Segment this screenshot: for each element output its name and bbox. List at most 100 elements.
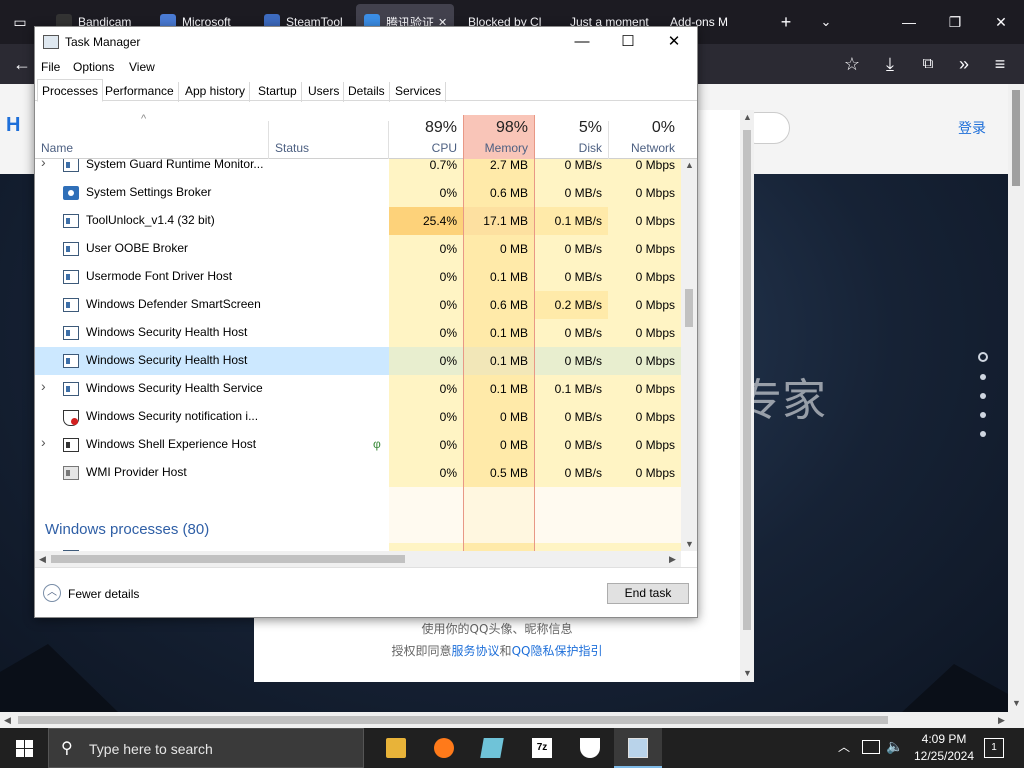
file-explorer-app[interactable] (372, 728, 420, 768)
tab-users[interactable]: Users (304, 82, 345, 102)
title-bar[interactable]: Task Manager — ☐ ✕ (35, 27, 697, 57)
tab-overflow-chevron-icon[interactable]: ⌄ (812, 8, 840, 36)
service-agreement-link[interactable]: 服务协议 (452, 644, 500, 658)
tab-performance[interactable]: Performance (101, 82, 179, 102)
tab-details[interactable]: Details (344, 82, 390, 102)
column-network[interactable]: 0% Network (608, 115, 681, 159)
tab-services[interactable]: Services (391, 82, 447, 102)
login-link[interactable]: 登录 (958, 118, 986, 138)
process-row[interactable]: User OOBE Broker 0% 0 MB 0 MB/s 0 Mbps (35, 235, 681, 263)
minimize-button[interactable]: — (559, 27, 605, 57)
process-name-cell[interactable]: WMI Provider Host (35, 459, 389, 487)
process-row[interactable]: › Windows Shell Experience Host φ 0% 0 MB 0 M… (35, 431, 681, 459)
page-vertical-scrollbar[interactable]: ▼ (1008, 84, 1024, 712)
tab-list-icon[interactable]: ▭ (8, 10, 32, 34)
process-name-cell[interactable]: ToolUnlock_v1.4 (32 bit) (35, 207, 389, 235)
chevron-up-icon[interactable]: ︿ (43, 584, 61, 602)
page-hscroll-thumb[interactable] (18, 716, 888, 724)
process-row[interactable]: ToolUnlock_v1.4 (32 bit) 25.4% 17.1 MB 0.1 … (35, 207, 681, 235)
7zip-app[interactable]: 7z (518, 728, 566, 768)
clock-date[interactable]: 12/25/2024 (912, 749, 976, 763)
download-icon[interactable]: ⤓ (876, 50, 904, 78)
back-icon[interactable]: ← (8, 50, 36, 78)
process-list-vthumb[interactable] (685, 289, 693, 327)
qq-dialog-scroll-thumb[interactable] (743, 130, 751, 630)
hamburger-menu-icon[interactable]: ≡ (986, 50, 1014, 78)
process-name-cell[interactable]: User OOBE Broker (35, 235, 389, 263)
carousel-dot-active[interactable] (978, 352, 988, 362)
tab-app-history[interactable]: App history (181, 82, 251, 102)
maximize-button[interactable]: ☐ (605, 27, 651, 57)
column-name[interactable]: Name (41, 141, 73, 155)
process-name-cell[interactable]: Windows Security notification i... (35, 403, 389, 431)
column-memory[interactable]: 98% Memory (463, 115, 535, 159)
tab-startup[interactable]: Startup (254, 82, 302, 102)
process-row[interactable]: WMI Provider Host 0% 0.5 MB 0 MB/s 0 Mbps (35, 459, 681, 487)
menu-view[interactable]: View (129, 60, 155, 74)
process-row[interactable]: › System Guard Runtime Monitor... 0.7% 2.7 … (35, 159, 681, 179)
expand-chevron-icon[interactable]: › (41, 434, 46, 450)
browser-close-button[interactable]: ✕ (978, 6, 1024, 38)
expand-chevron-icon[interactable]: › (41, 159, 46, 170)
page-vscroll-thumb[interactable] (1012, 90, 1020, 186)
overflow-menu-icon[interactable]: » (950, 50, 978, 78)
process-name-cell[interactable]: › System Guard Runtime Monitor... (35, 159, 389, 179)
group-header[interactable]: Windows processes (80) (35, 515, 681, 543)
qq-dialog-scrollbar[interactable]: ▲ ▼ (740, 110, 754, 682)
tab-processes[interactable]: Processes (37, 79, 104, 102)
carousel-dot[interactable] (980, 374, 986, 380)
fewer-details-button[interactable]: Fewer details (68, 587, 139, 601)
process-name-cell[interactable]: Windows Defender SmartScreen (35, 291, 389, 319)
close-button[interactable]: ✕ (651, 27, 697, 57)
task-manager-app[interactable] (614, 728, 662, 768)
notepad-app[interactable] (468, 728, 516, 768)
tray-chevron-up-icon[interactable]: ︿ (838, 738, 850, 755)
process-row[interactable]: Usermode Font Driver Host 0% 0.1 MB 0 MB/s 0… (35, 263, 681, 291)
process-name-cell[interactable]: › Windows Security Health Service (35, 375, 389, 403)
menu-options[interactable]: Options (73, 60, 114, 74)
process-row[interactable]: Client Server Runtime Process0.7%0.2 MB0… (35, 543, 681, 551)
volume-muted-icon[interactable]: 🔈 (886, 738, 903, 755)
end-task-button[interactable]: End task (607, 583, 689, 604)
menu-file[interactable]: File (41, 60, 60, 74)
column-disk[interactable]: 5% Disk (535, 115, 608, 159)
taskbar-search-box[interactable]: ⚲ Type here to search (48, 728, 364, 768)
process-row[interactable]: Windows Defender SmartScreen 0% 0.6 MB 0.2 … (35, 291, 681, 319)
process-list-hscrollbar[interactable]: ◀ ▶ (35, 551, 681, 567)
process-list-hthumb[interactable] (51, 555, 405, 563)
browser-minimize-button[interactable]: — (886, 6, 932, 38)
carousel-dot[interactable] (980, 431, 986, 437)
process-name-cell[interactable]: Windows Security Health Host (35, 347, 389, 375)
clock-time[interactable]: 4:09 PM (912, 732, 976, 746)
page-horizontal-scrollbar[interactable]: ◀ ▶ (0, 712, 1024, 728)
process-row[interactable]: Windows Security notification i... 0% 0 MB… (35, 403, 681, 431)
new-tab-button[interactable]: + (772, 8, 800, 36)
network-icon[interactable] (862, 740, 880, 754)
mem-cell: 0 MB (463, 403, 535, 431)
process-name-cell[interactable]: › Windows Shell Experience Host φ (35, 431, 389, 459)
process-name-cell[interactable]: Usermode Font Driver Host (35, 263, 389, 291)
process-name-cell[interactable]: Client Server Runtime Process (35, 543, 389, 551)
expand-chevron-icon[interactable]: › (41, 378, 46, 394)
firefox-app[interactable] (420, 728, 468, 768)
column-status[interactable]: Status (275, 141, 309, 155)
process-row[interactable]: › Windows Security Health Service 0% 0.1 MB… (35, 375, 681, 403)
process-name-cell[interactable]: System Settings Broker (35, 179, 389, 207)
windows-security-app[interactable] (566, 728, 614, 768)
browser-restore-button[interactable]: ❐ (932, 6, 978, 38)
bookmark-star-icon[interactable]: ☆ (838, 50, 866, 78)
column-cpu[interactable]: 89% CPU (389, 115, 463, 159)
carousel-dot[interactable] (980, 412, 986, 418)
disk-cell: 0 MB/s (535, 263, 608, 291)
process-row[interactable]: System Settings Broker 0% 0.6 MB 0 MB/s 0 Mb… (35, 179, 681, 207)
start-button[interactable] (0, 728, 48, 768)
process-name-cell[interactable]: Windows Security Health Host (35, 319, 389, 347)
process-row[interactable]: Windows Security Health Host 0% 0.1 MB 0 MB… (35, 347, 681, 375)
privacy-guide-link[interactable]: QQ隐私保护指引 (512, 644, 603, 658)
carousel-dot[interactable] (980, 393, 986, 399)
extensions-icon[interactable]: ⧉ (914, 50, 942, 78)
footer: ︿ Fewer details End task (35, 567, 697, 617)
process-list-vscrollbar[interactable]: ▲ ▼ (681, 159, 697, 551)
notification-icon[interactable]: 1 (984, 738, 1004, 758)
process-row[interactable]: Windows Security Health Host 0% 0.1 MB 0 MB… (35, 319, 681, 347)
